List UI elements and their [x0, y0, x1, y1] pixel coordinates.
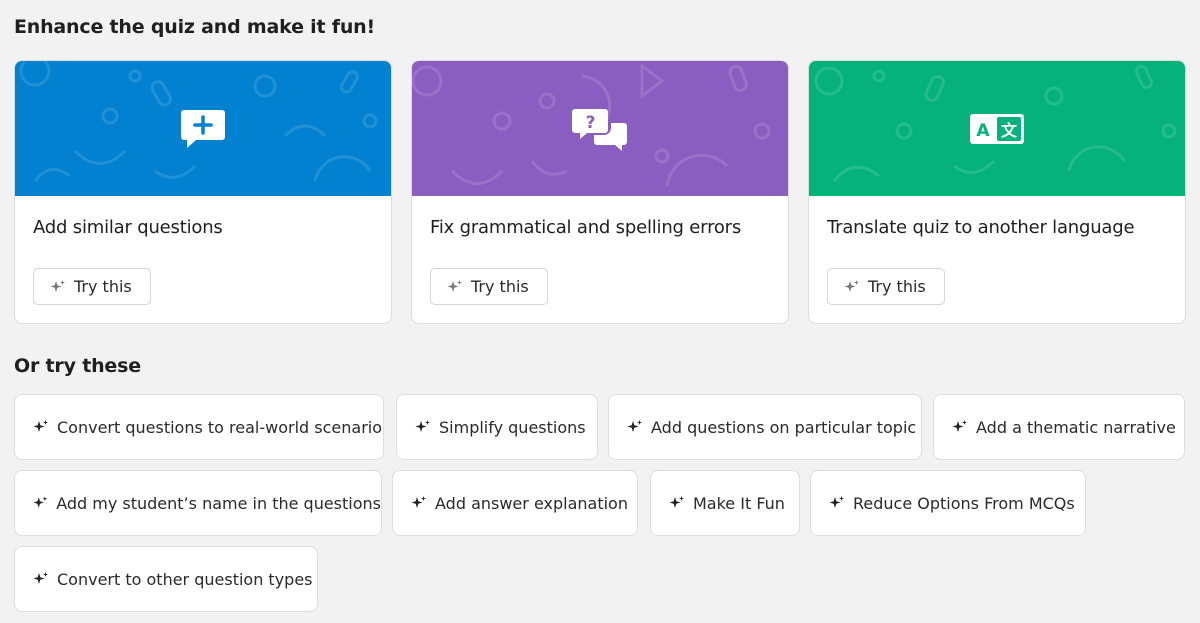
sparkle-icon [844, 279, 859, 292]
chip-answer-explanation[interactable]: Add answer explanation [392, 470, 638, 536]
try-this-button[interactable]: Try this [430, 268, 548, 305]
secondary-title: Or try these [14, 355, 141, 377]
card-banner: A 文 [809, 61, 1185, 196]
card-title: Add similar questions [33, 217, 223, 238]
try-this-label: Try this [868, 277, 926, 296]
chip-label: Add answer explanation [435, 493, 628, 513]
chip-label: Simplify questions [439, 417, 586, 437]
chip-convert-real-world[interactable]: Convert questions to real-world scenario [14, 394, 384, 460]
try-this-button[interactable]: Try this [827, 268, 945, 305]
chip-make-it-fun[interactable]: Make It Fun [650, 470, 800, 536]
chip-label: Add questions on particular topic [651, 417, 917, 437]
section-title: Enhance the quiz and make it fun! [14, 16, 375, 38]
card-fix-grammar[interactable]: ? Fix grammatical and spelling errors Tr… [411, 60, 789, 324]
try-this-label: Try this [471, 277, 529, 296]
card-add-similar-questions[interactable]: Add similar questions Try this [14, 60, 392, 324]
chip-label: Convert to other question types [57, 569, 313, 589]
question-chat-icon: ? [572, 108, 627, 151]
sparkle-icon [669, 496, 684, 508]
sparkle-icon [33, 420, 48, 432]
try-this-label: Try this [74, 277, 132, 296]
chip-label: Reduce Options From MCQs [853, 493, 1075, 513]
chip-convert-question-types[interactable]: Convert to other question types [14, 546, 318, 612]
chip-label: Make It Fun [693, 493, 785, 513]
sparkle-icon [829, 496, 844, 508]
sparkle-icon [411, 496, 426, 508]
try-this-button[interactable]: Try this [33, 268, 151, 305]
chip-simplify-questions[interactable]: Simplify questions [396, 394, 598, 460]
sparkle-icon [627, 420, 642, 432]
sparkle-icon [952, 420, 967, 432]
card-banner [15, 61, 391, 196]
card-banner: ? [412, 61, 788, 196]
sparkle-icon [50, 279, 65, 292]
chip-label: Add a thematic narrative [976, 417, 1176, 437]
chip-label: Add my student’s name in the questions [56, 493, 381, 513]
translate-icon: A 文 [970, 113, 1024, 144]
card-translate-quiz[interactable]: A 文 Translate quiz to another language T… [808, 60, 1186, 324]
svg-text:文: 文 [1001, 121, 1018, 140]
chip-add-topic-questions[interactable]: Add questions on particular topic [608, 394, 922, 460]
chip-label: Convert questions to real-world scenario [57, 417, 383, 437]
card-title: Fix grammatical and spelling errors [430, 217, 742, 238]
sparkle-icon [415, 420, 430, 432]
chip-thematic-narrative[interactable]: Add a thematic narrative [933, 394, 1185, 460]
svg-text:A: A [976, 121, 990, 141]
sparkle-icon [33, 572, 48, 584]
sparkle-icon [33, 496, 48, 508]
add-comment-icon [181, 109, 225, 148]
sparkle-icon [447, 279, 462, 292]
chip-reduce-options[interactable]: Reduce Options From MCQs [810, 470, 1086, 536]
card-title: Translate quiz to another language [827, 217, 1135, 238]
svg-text:?: ? [586, 113, 596, 133]
chip-student-name[interactable]: Add my student’s name in the questions [14, 470, 382, 536]
